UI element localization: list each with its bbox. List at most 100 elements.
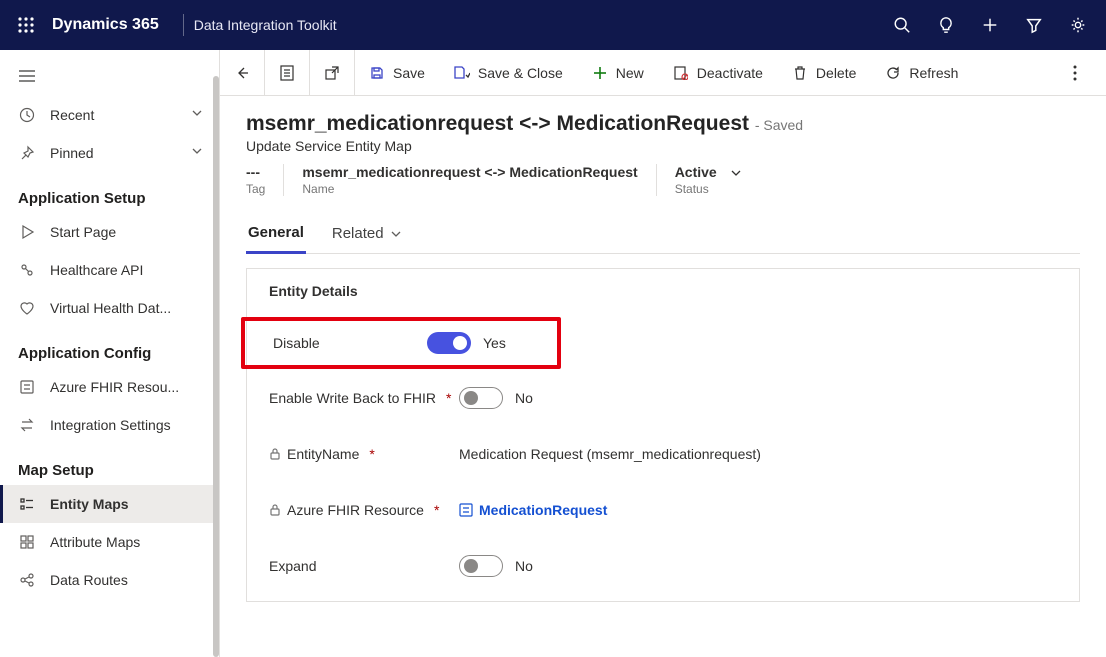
sidebar-item-label: Healthcare API: [50, 262, 207, 278]
sidebar-item-integration-settings[interactable]: Integration Settings: [0, 406, 219, 444]
toggle-expand[interactable]: [459, 555, 503, 577]
button-label: New: [616, 65, 644, 81]
sidebar-item-data-routes[interactable]: Data Routes: [0, 561, 219, 599]
form-tabs: General Related: [246, 218, 1080, 254]
sidebar-item-label: Azure FHIR Resou...: [50, 379, 207, 395]
deactivate-button[interactable]: Deactivate: [659, 50, 778, 95]
sidebar-group-app-setup: Application Setup: [0, 172, 219, 213]
lock-icon: [269, 448, 281, 460]
open-record-button[interactable]: [310, 50, 355, 95]
save-close-button[interactable]: Save & Close: [440, 50, 578, 95]
refresh-icon: [885, 65, 901, 81]
meta-value: ---: [246, 164, 265, 180]
field-label-disable: Disable: [273, 335, 427, 351]
play-icon: [18, 223, 36, 241]
sidebar-group-map-setup: Map Setup: [0, 444, 219, 485]
toggle-writeback[interactable]: [459, 387, 503, 409]
sidebar-item-pinned[interactable]: Pinned: [0, 134, 219, 172]
tab-general[interactable]: General: [246, 218, 306, 254]
chevron-down-icon: [191, 145, 207, 161]
overflow-menu-button[interactable]: [1053, 50, 1098, 95]
api-icon: [18, 261, 36, 279]
tab-label: General: [248, 224, 304, 241]
sidebar-item-virtual-health[interactable]: Virtual Health Dat...: [0, 289, 219, 327]
meta-value: Active: [675, 164, 717, 180]
filter-icon[interactable]: [1012, 1, 1056, 49]
field-value-entityname[interactable]: Medication Request (msemr_medicationrequ…: [459, 446, 799, 462]
button-label: Deactivate: [697, 65, 763, 81]
deactivate-icon: [673, 65, 689, 81]
entity-details-section: Entity Details Disable Yes Enable Write …: [246, 268, 1080, 602]
form-selector-button[interactable]: [265, 50, 310, 95]
sidebar-item-azure-fhir[interactable]: Azure FHIR Resou...: [0, 368, 219, 406]
resource-icon: [18, 378, 36, 396]
sidebar-scrollbar[interactable]: [213, 76, 219, 657]
plus-icon: [592, 65, 608, 81]
search-icon[interactable]: [880, 1, 924, 49]
record-meta-bar: --- Tag msemr_medicationrequest <-> Medi…: [246, 164, 1080, 196]
add-icon[interactable]: [968, 1, 1012, 49]
refresh-button[interactable]: Refresh: [871, 50, 973, 95]
global-nav: Dynamics 365 Data Integration Toolkit: [0, 0, 1106, 50]
list-icon: [18, 495, 36, 513]
field-row-azurefhir: Azure FHIR Resource* MedicationRequest: [269, 487, 1057, 533]
record-name: msemr_medicationrequest <-> MedicationRe…: [246, 112, 749, 135]
meta-status[interactable]: Active Status: [675, 164, 725, 196]
field-label-entityname: EntityName*: [269, 446, 459, 462]
tab-related[interactable]: Related: [330, 218, 404, 253]
sidebar-item-start-page[interactable]: Start Page: [0, 213, 219, 251]
toggle-value-text: No: [515, 558, 533, 574]
chevron-down-icon: [390, 228, 402, 240]
arrow-left-icon: [234, 65, 250, 81]
button-label: Refresh: [909, 65, 958, 81]
field-row-expand: Expand No: [269, 543, 1057, 589]
button-label: Save & Close: [478, 65, 563, 81]
tab-label: Related: [332, 225, 384, 242]
delete-button[interactable]: Delete: [778, 50, 871, 95]
field-label-writeback: Enable Write Back to FHIR*: [269, 390, 459, 406]
section-title: Entity Details: [269, 283, 1057, 299]
sidebar-item-label: Start Page: [50, 224, 207, 240]
sidebar-item-label: Virtual Health Dat...: [50, 300, 207, 316]
field-row-writeback: Enable Write Back to FHIR* No: [269, 375, 1057, 421]
new-button[interactable]: New: [578, 50, 659, 95]
meta-expand-icon[interactable]: [729, 164, 743, 180]
sidebar-item-entity-maps[interactable]: Entity Maps: [0, 485, 219, 523]
popout-icon: [324, 65, 340, 81]
entity-icon: [459, 503, 473, 517]
meta-tag[interactable]: --- Tag: [246, 164, 284, 196]
meta-value: msemr_medicationrequest <-> MedicationRe…: [302, 164, 637, 180]
chevron-down-icon: [191, 107, 207, 123]
button-label: Delete: [816, 65, 856, 81]
sidebar-item-label: Recent: [50, 107, 177, 123]
back-button[interactable]: [220, 50, 265, 95]
sidebar-item-healthcare-api[interactable]: Healthcare API: [0, 251, 219, 289]
toggle-value-text: No: [515, 390, 533, 406]
lookup-value-azurefhir[interactable]: MedicationRequest: [459, 502, 607, 518]
command-bar: Save Save & Close New Deactivate Delete …: [220, 50, 1106, 96]
meta-label: Tag: [246, 182, 265, 196]
sidebar-item-label: Attribute Maps: [50, 534, 207, 550]
divider: [183, 14, 184, 36]
clock-icon: [18, 106, 36, 124]
field-label-azurefhir: Azure FHIR Resource*: [269, 502, 459, 518]
record-title: msemr_medicationrequest <-> MedicationRe…: [246, 112, 1080, 136]
heart-icon: [18, 299, 36, 317]
meta-name[interactable]: msemr_medicationrequest <-> MedicationRe…: [302, 164, 656, 196]
brand-name: Dynamics 365: [52, 16, 159, 34]
save-button[interactable]: Save: [355, 50, 440, 95]
field-label-expand: Expand: [269, 558, 459, 574]
form-icon: [279, 65, 295, 81]
meta-label: Name: [302, 182, 637, 196]
collapse-sidebar-icon[interactable]: [0, 56, 219, 96]
sidebar-item-attribute-maps[interactable]: Attribute Maps: [0, 523, 219, 561]
sidebar-item-recent[interactable]: Recent: [0, 96, 219, 134]
settings-icon[interactable]: [1056, 1, 1100, 49]
trash-icon: [792, 65, 808, 81]
toggle-disable[interactable]: [427, 332, 471, 354]
field-row-entityname: EntityName* Medication Request (msemr_me…: [269, 431, 1057, 477]
lightbulb-icon[interactable]: [924, 1, 968, 49]
app-launcher-icon[interactable]: [6, 5, 46, 45]
grid-icon: [18, 533, 36, 551]
sidebar-item-label: Entity Maps: [50, 496, 207, 512]
